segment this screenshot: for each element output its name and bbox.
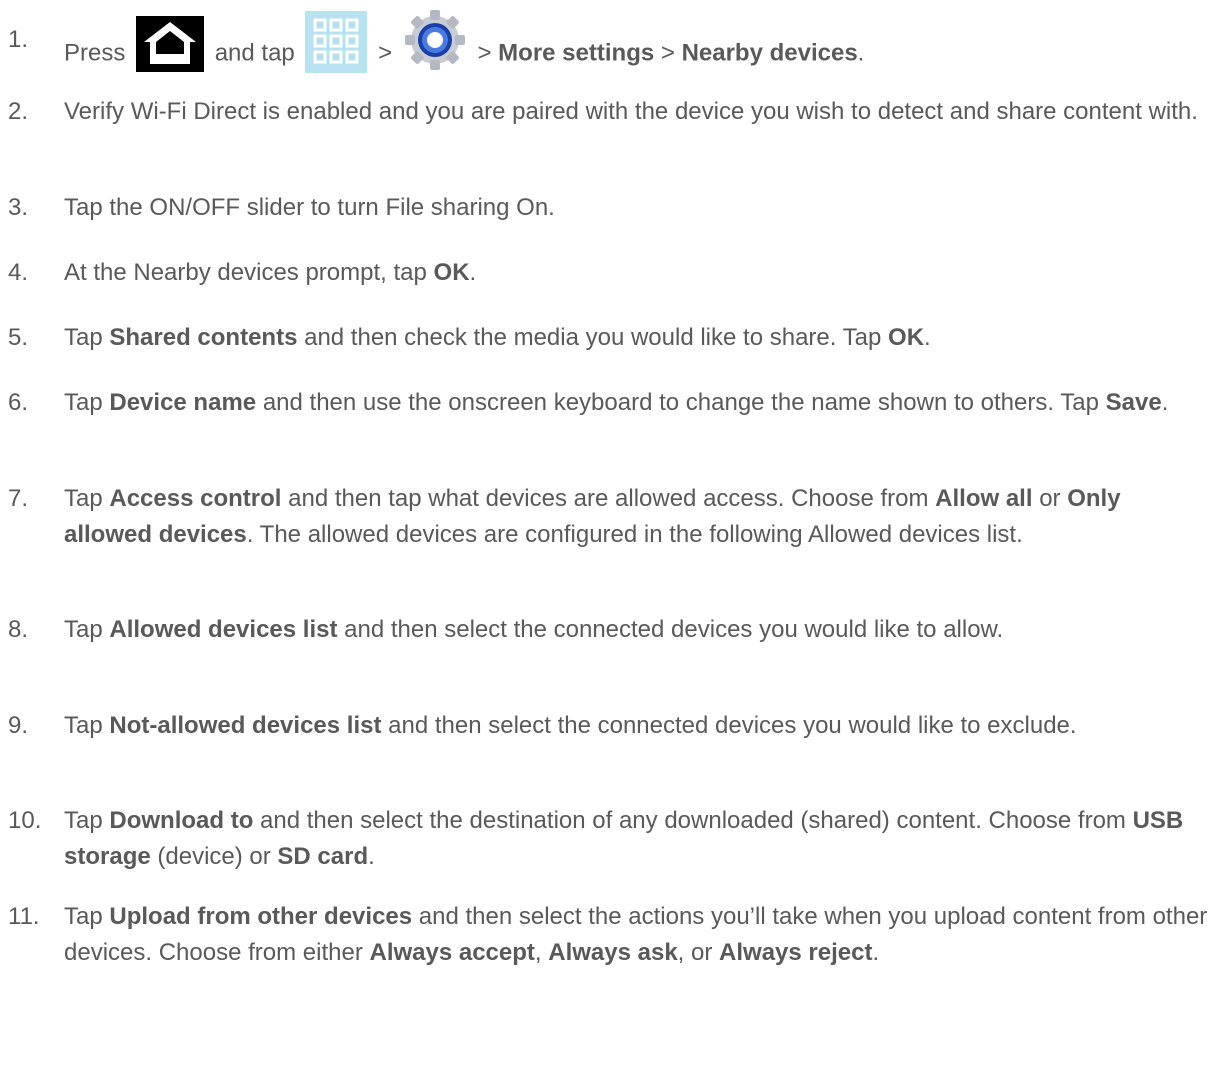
step-10: 10. Tap Download to and then select the … — [8, 803, 1208, 875]
step-text: . — [872, 939, 880, 966]
step-11: 11. Tap Upload from other devices and th… — [8, 899, 1208, 971]
step-emphasis: Upload from other devices — [109, 903, 413, 930]
step-number: 10. — [8, 807, 42, 834]
step-text: Tap the ON/OFF slider to turn File shari… — [64, 194, 555, 221]
step-emphasis: Shared contents — [109, 324, 298, 351]
step-text: or — [1039, 485, 1061, 512]
step-text: Tap — [64, 807, 103, 834]
step-2: 2. Verify Wi-Fi Direct is enabled and yo… — [8, 94, 1208, 130]
step-text: Tap — [64, 389, 103, 416]
step-emphasis: More settings — [498, 39, 655, 67]
step-text: (device) or — [157, 843, 271, 870]
step-text: At the Nearby devices prompt, tap — [64, 259, 427, 286]
settings-icon — [403, 8, 467, 72]
step-text: and then use the onscreen keyboard to ch… — [262, 389, 1099, 416]
step-9: 9. Tap Not-allowed devices list and then… — [8, 708, 1208, 744]
step-text: > — [660, 39, 675, 67]
step-text: Tap — [64, 903, 103, 930]
step-emphasis: Always reject — [719, 939, 873, 966]
step-text: > — [477, 39, 492, 67]
step-3: 3. Tap the ON/OFF slider to turn File sh… — [8, 190, 1208, 226]
step-1: 1. Press and tap > > More settings > Nea… — [8, 10, 1208, 86]
step-emphasis: OK — [433, 259, 470, 286]
step-text: and tap — [214, 39, 295, 67]
step-4: 4. At the Nearby devices prompt, tap OK. — [8, 255, 1208, 291]
step-emphasis: Save — [1105, 389, 1162, 416]
step-emphasis: Allow all — [935, 485, 1033, 512]
step-text: Tap — [64, 485, 103, 512]
step-text: Tap — [64, 712, 103, 739]
step-text: and then check the media you would like … — [304, 324, 882, 351]
step-8: 8. Tap Allowed devices list and then sel… — [8, 612, 1208, 648]
step-emphasis: Always accept — [369, 939, 535, 966]
step-emphasis: Device name — [109, 389, 257, 416]
step-emphasis: Nearby devices — [681, 39, 858, 67]
step-text: . — [924, 324, 931, 351]
step-emphasis: Allowed devices list — [109, 616, 338, 643]
step-emphasis: Not-allowed devices list — [109, 712, 382, 739]
step-number: 2. — [8, 98, 29, 125]
step-number: 4. — [8, 259, 29, 286]
step-7: 7. Tap Access control and then tap what … — [8, 481, 1208, 553]
apps-icon — [305, 11, 368, 73]
step-text: Tap — [64, 616, 103, 643]
step-text: . The allowed devices are configured in … — [246, 521, 1023, 548]
step-text: . — [857, 39, 865, 67]
step-text: . — [469, 259, 477, 286]
step-number: 6. — [8, 389, 29, 416]
step-emphasis: SD card — [277, 843, 369, 870]
step-number: 5. — [8, 324, 29, 351]
step-emphasis: Always ask — [548, 939, 678, 966]
step-text: and then tap what devices are allowed ac… — [288, 485, 929, 512]
step-number: 3. — [8, 194, 29, 221]
step-number: 7. — [8, 485, 29, 512]
step-text: Tap — [64, 324, 103, 351]
step-text: . — [368, 843, 375, 870]
step-number: 8. — [8, 616, 29, 643]
step-emphasis: Download to — [109, 807, 254, 834]
home-icon — [136, 16, 205, 72]
step-text: Verify Wi-Fi Direct is enabled and you a… — [64, 98, 1198, 125]
step-text: and then select the connected devices yo… — [344, 616, 1004, 643]
step-emphasis: Access control — [109, 485, 282, 512]
step-6: 6. Tap Device name and then use the onsc… — [8, 385, 1208, 421]
step-text: . — [1161, 389, 1169, 416]
step-text: > — [378, 39, 393, 67]
step-text: Press — [64, 39, 126, 67]
step-text: and then select the connected devices yo… — [388, 712, 1077, 739]
step-text: , or — [677, 939, 713, 966]
step-emphasis: OK — [888, 324, 925, 351]
step-text: and then select the destination of any d… — [260, 807, 1126, 834]
step-number: 9. — [8, 712, 29, 739]
step-number: 1. — [8, 26, 29, 53]
step-text: , — [534, 939, 542, 966]
step-number: 11. — [8, 903, 40, 930]
step-5: 5. Tap Shared contents and then check th… — [8, 320, 1208, 356]
